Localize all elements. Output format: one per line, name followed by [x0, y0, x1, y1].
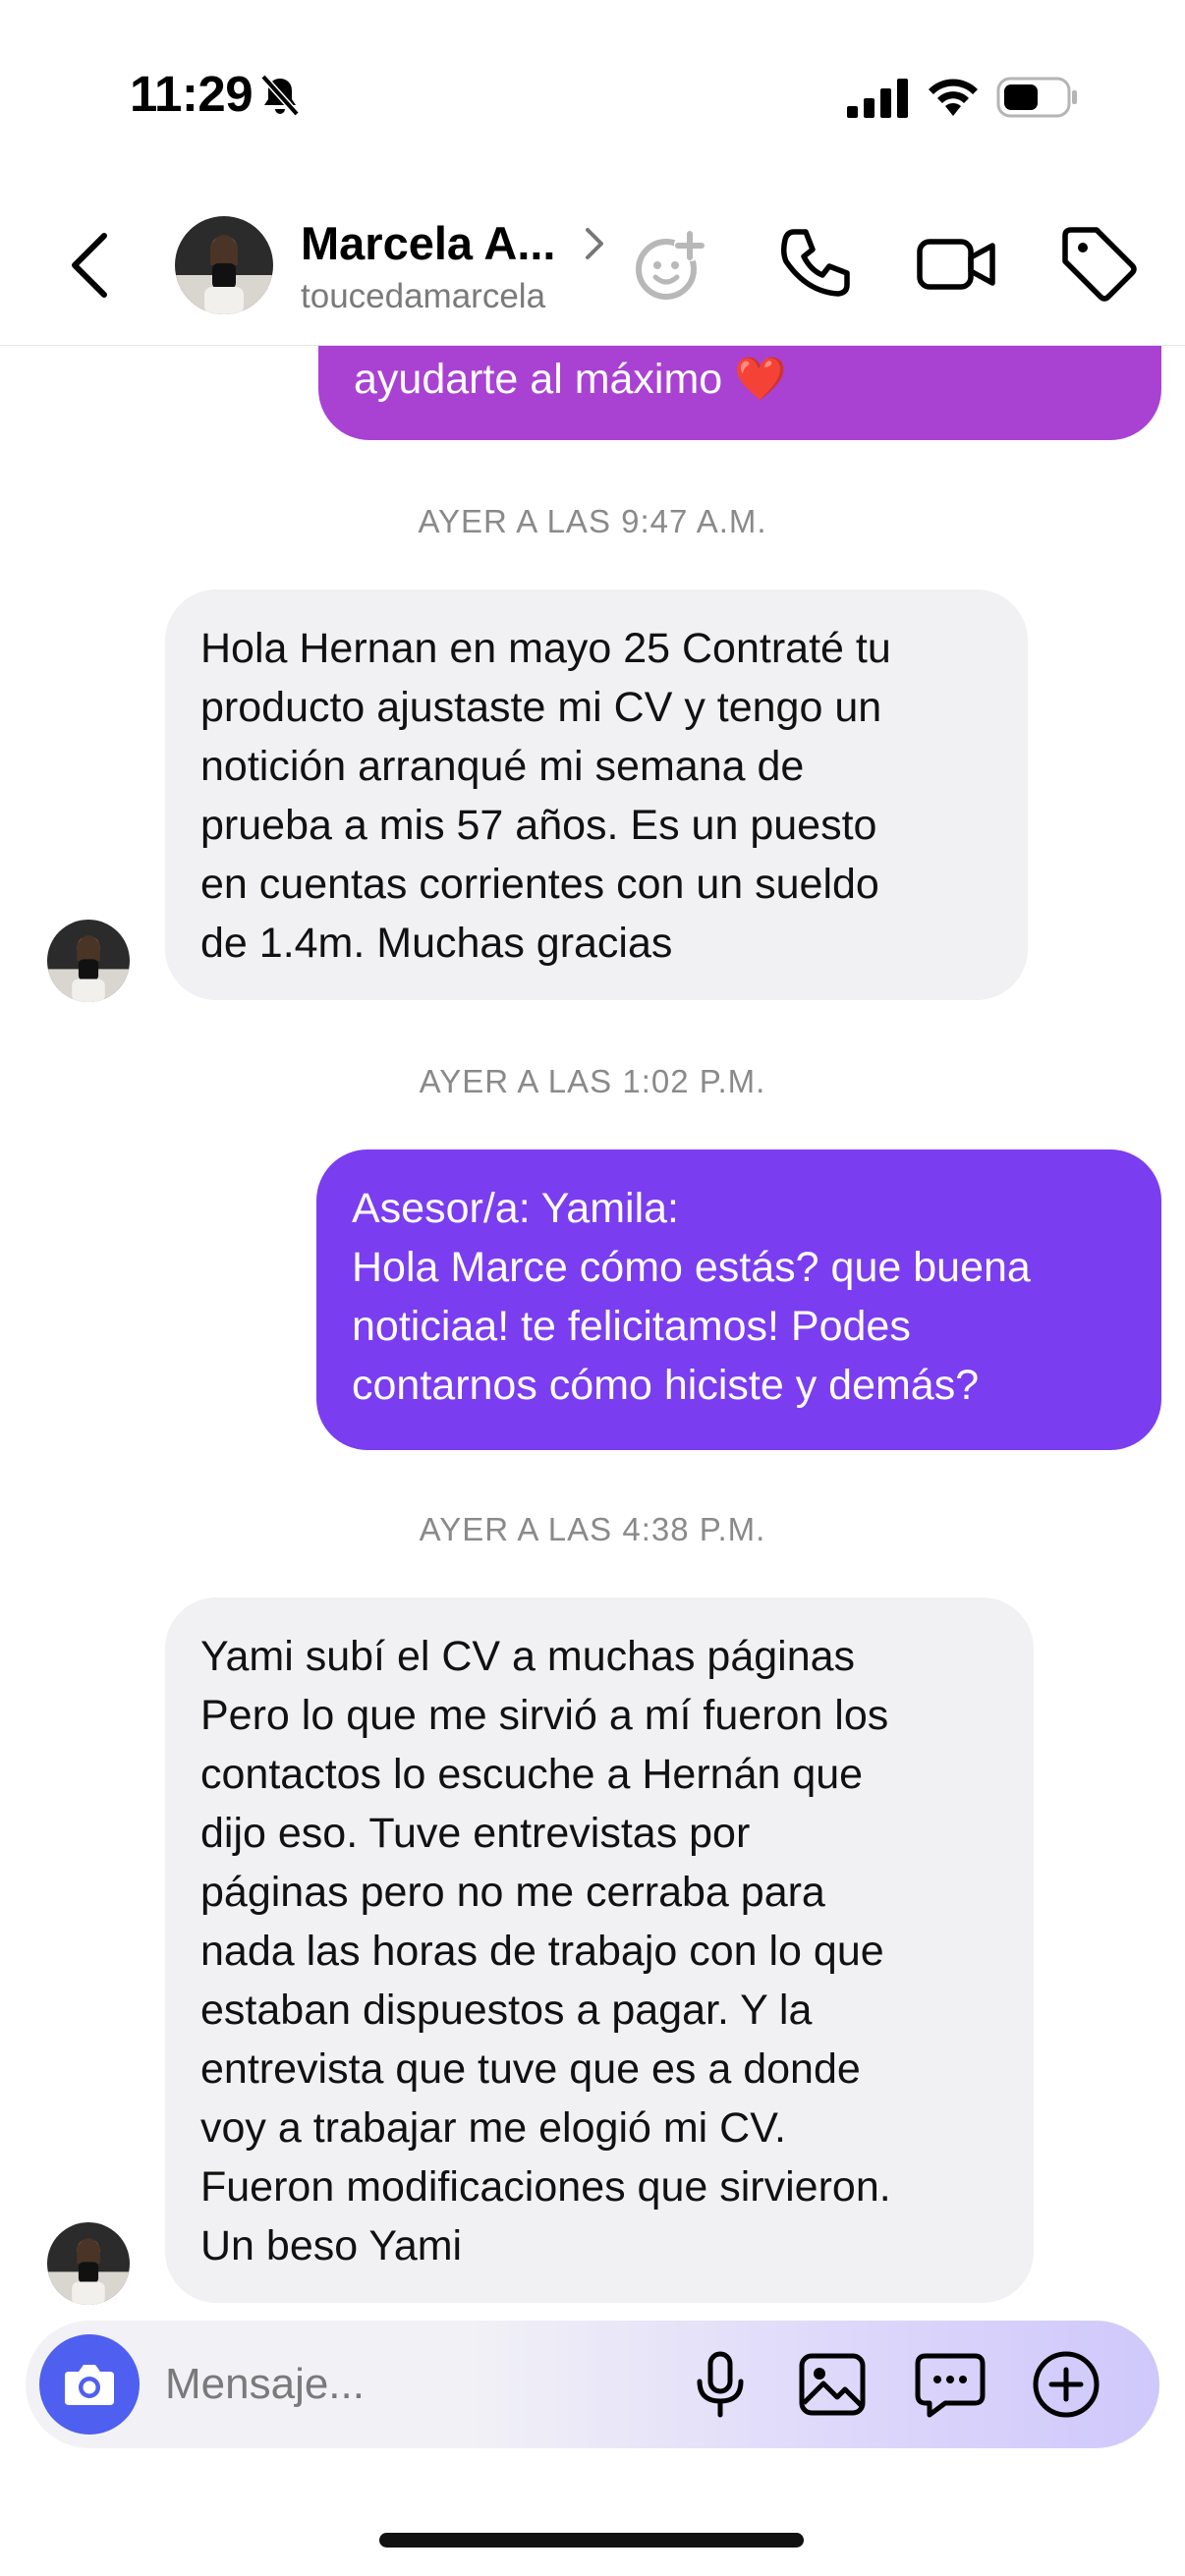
video-call-icon[interactable] — [914, 222, 998, 307]
battery-icon — [996, 77, 1077, 118]
sticker-chat-icon[interactable] — [912, 2346, 988, 2423]
phone-call-icon[interactable] — [772, 222, 857, 307]
add-circle-icon[interactable] — [1028, 2346, 1104, 2423]
chat-screen: 11:29 Marcela A... toucedamarcela ayudar… — [0, 0, 1185, 2576]
cellular-signal-icon — [847, 79, 908, 118]
camera-icon — [65, 2365, 114, 2405]
message-composer — [26, 2321, 1159, 2448]
contact-avatar[interactable] — [175, 216, 273, 314]
status-time: 11:29 — [130, 66, 254, 122]
microphone-icon[interactable] — [682, 2346, 759, 2423]
emoji-add-icon[interactable] — [629, 222, 713, 307]
timestamp: AYER A LAS 9:47 A.M. — [418, 503, 767, 539]
contact-name[interactable]: Marcela A... — [301, 216, 556, 270]
wifi-icon — [929, 79, 978, 116]
chevron-right-icon[interactable] — [580, 224, 609, 263]
home-indicator[interactable] — [379, 2533, 804, 2548]
back-arrow-icon[interactable] — [61, 226, 120, 305]
timestamp: AYER A LAS 1:02 P.M. — [419, 1063, 766, 1099]
chat-header: Marcela A... toucedamarcela — [0, 187, 1185, 346]
outgoing-message[interactable]: Asesor/a: Yamila: Hola Marce cómo estás?… — [316, 1149, 1161, 1450]
sender-avatar[interactable] — [47, 920, 130, 1002]
sender-avatar[interactable] — [47, 2222, 130, 2305]
incoming-message[interactable]: Hola Hernan en mayo 25 Contraté tu produ… — [165, 589, 1028, 1000]
status-bar: 11:29 — [0, 0, 1185, 187]
silent-bell-icon — [260, 74, 300, 117]
timestamp: AYER A LAS 4:38 P.M. — [419, 1511, 766, 1547]
contact-username: toucedamarcela — [301, 277, 546, 315]
gallery-icon[interactable] — [794, 2346, 871, 2423]
incoming-message[interactable]: Yami subí el CV a muchas páginas Pero lo… — [165, 1597, 1034, 2303]
tag-icon[interactable] — [1055, 222, 1140, 307]
camera-button[interactable] — [39, 2334, 140, 2435]
message-input[interactable] — [165, 2350, 676, 2419]
